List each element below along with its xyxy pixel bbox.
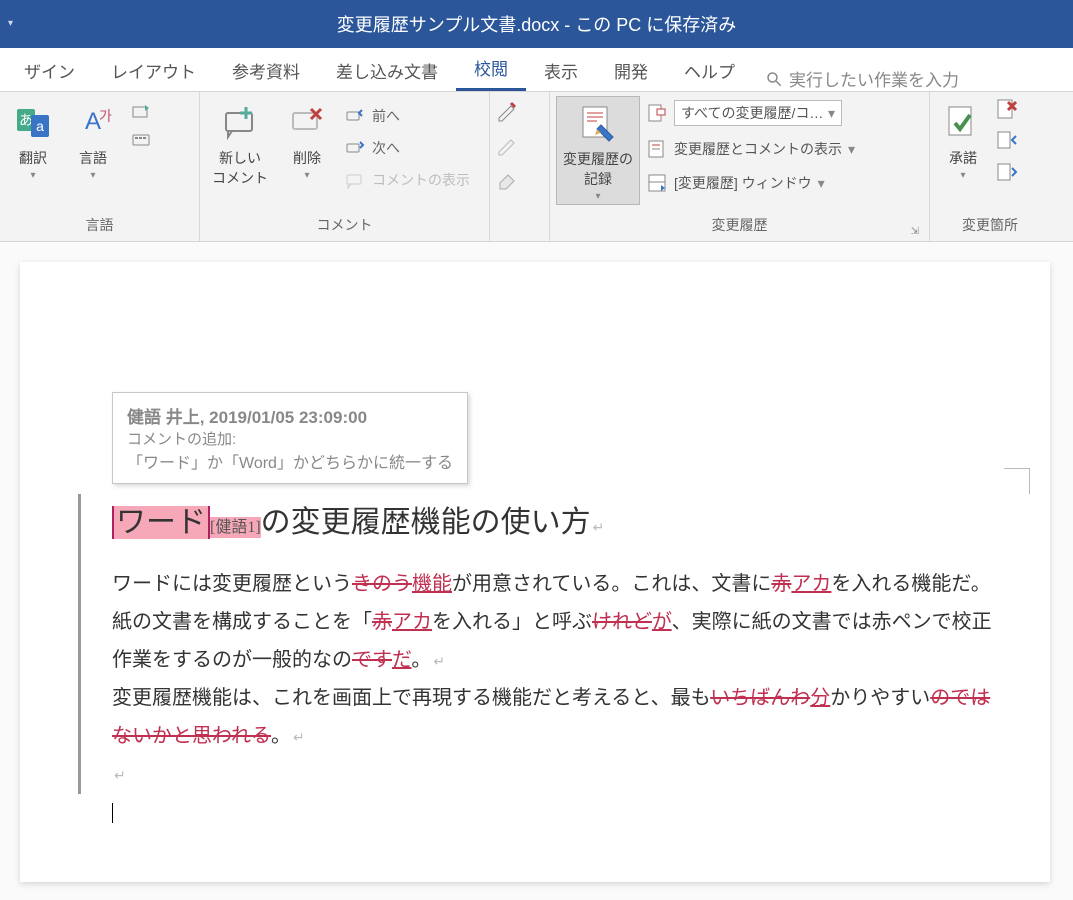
comment-highlight[interactable]: ワード	[112, 506, 210, 539]
delete-comment-icon	[286, 102, 328, 144]
show-comments-icon	[344, 169, 366, 191]
ink-eraser-icon[interactable]	[496, 168, 518, 190]
inserted-text: 機能	[412, 573, 452, 595]
inserted-text: アカ	[791, 573, 831, 595]
deleted-text: 赤	[372, 611, 392, 633]
inserted-text: だ	[392, 649, 411, 671]
display-for-review-icon	[646, 102, 668, 124]
tab-mailings[interactable]: 差し込み文書	[318, 48, 456, 91]
show-comments-button: コメントの表示	[340, 166, 474, 194]
language-icon: A가	[72, 102, 114, 144]
ribbon-tabs: ザイン レイアウト 参考資料 差し込み文書 校閲 表示 開発 ヘルプ 実行したい…	[0, 48, 1073, 92]
reject-icon[interactable]	[996, 98, 1018, 120]
tab-developer[interactable]: 開発	[596, 48, 666, 91]
display-for-review-select[interactable]: すべての変更履歴/コ…▾	[646, 98, 855, 128]
tab-review[interactable]: 校閲	[456, 45, 526, 91]
search-icon	[765, 70, 783, 88]
tell-me-search[interactable]: 実行したい作業を入力	[765, 66, 959, 91]
delete-comment-button[interactable]: 削除 ▾	[280, 96, 334, 183]
change-indicator-bar[interactable]	[78, 494, 81, 794]
next-change-icon[interactable]	[996, 162, 1018, 184]
tooltip-label: コメントの追加:	[127, 428, 453, 449]
comment-tooltip: 健語 井上, 2019/01/05 23:09:00 コメントの追加: 「ワード…	[112, 392, 468, 484]
svg-text:가: 가	[99, 108, 112, 124]
group-tracking-label: 変更履歴 ⇲	[556, 211, 923, 241]
group-tracking: 変更履歴の 記録 ▾ すべての変更履歴/コ…▾ 変更履歴とコメントの表示 ▾ […	[550, 92, 930, 241]
next-comment-icon	[344, 137, 366, 159]
ime-icon[interactable]	[130, 128, 152, 150]
reviewing-pane-icon	[646, 172, 668, 194]
previous-comment-icon	[344, 105, 366, 127]
group-language-label: 言語	[6, 211, 193, 241]
paragraph-1[interactable]: ワードには変更履歴というきのう機能が用意されている。これは、文書に赤アカを入れる…	[112, 565, 1010, 679]
reviewing-pane-button[interactable]: [変更履歴] ウィンドウ ▾	[646, 170, 855, 196]
tab-design[interactable]: ザイン	[6, 48, 93, 91]
document-area[interactable]: 健語 井上, 2019/01/05 23:09:00 コメントの追加: 「ワード…	[0, 242, 1073, 900]
document-page[interactable]: 健語 井上, 2019/01/05 23:09:00 コメントの追加: 「ワード…	[20, 262, 1050, 882]
svg-text:あ: あ	[19, 112, 33, 128]
paragraph-2[interactable]: 変更履歴機能は、これを画面上で再現する機能だと考えると、最もいちばんわ分かりやす…	[112, 679, 1010, 755]
deleted-text: いちばんわ	[710, 687, 810, 709]
document-heading[interactable]: ワード[健語1]の変更履歴機能の使い方↵	[112, 494, 1010, 551]
deleted-text: きのう	[352, 573, 412, 595]
group-comment-label: コメント	[206, 211, 483, 241]
tab-layout[interactable]: レイアウト	[93, 48, 214, 91]
tab-references[interactable]: 参考資料	[214, 48, 318, 91]
tooltip-author: 健語 井上, 2019/01/05 23:09:00	[127, 403, 453, 428]
window-title: 変更履歴サンプル文書.docx - この PC に保存済み	[337, 11, 736, 37]
accept-button[interactable]: 承諾 ▾	[936, 96, 990, 183]
previous-change-icon[interactable]	[996, 130, 1018, 152]
deleted-text: 赤	[771, 573, 791, 595]
tab-help[interactable]: ヘルプ	[666, 48, 753, 91]
group-changes: 承諾 ▾ 変更箇所	[930, 92, 1050, 241]
deleted-text: です	[352, 649, 392, 671]
group-comment: 新しい コメント 削除 ▾ 前へ 次へ	[200, 92, 490, 241]
titlebar: ▾ 変更履歴サンプル文書.docx - この PC に保存済み	[0, 0, 1073, 48]
track-changes-icon	[577, 103, 619, 145]
tracking-dialog-launcher[interactable]: ⇲	[911, 226, 919, 237]
inserted-text: アカ	[392, 611, 432, 633]
inserted-text: 分	[810, 687, 830, 709]
svg-text:a: a	[36, 118, 44, 134]
tab-view[interactable]: 表示	[526, 48, 596, 91]
accept-icon	[942, 102, 984, 144]
show-markup-icon	[646, 138, 668, 160]
group-changes-label: 変更箇所	[936, 211, 1044, 241]
translate-icon: あa	[12, 102, 54, 144]
next-comment-button[interactable]: 次へ	[340, 134, 474, 162]
group-language: あa 翻訳 ▾ A가 言語 ▾ 言語	[0, 92, 200, 241]
show-markup-button[interactable]: 変更履歴とコメントの表示 ▾	[646, 136, 855, 162]
quick-access-dropdown[interactable]: ▾	[8, 18, 13, 29]
document-content[interactable]: ワード[健語1]の変更履歴機能の使い方↵ ワードには変更履歴というきのう機能が用…	[112, 494, 1010, 831]
ink-pen-icon[interactable]	[496, 100, 518, 122]
comment-reference[interactable]: [健語1]	[210, 517, 261, 538]
deleted-text: けれど	[592, 611, 652, 633]
inserted-text: が	[652, 611, 672, 633]
new-comment-button[interactable]: 新しい コメント	[206, 96, 274, 190]
language-button[interactable]: A가 言語 ▾	[66, 96, 120, 183]
cursor-line[interactable]	[112, 793, 1010, 831]
text-cursor	[112, 803, 113, 823]
ribbon: あa 翻訳 ▾ A가 言語 ▾ 言語	[0, 92, 1073, 242]
group-ink	[490, 92, 550, 241]
new-comment-icon	[219, 102, 261, 144]
update-ime-icon[interactable]	[130, 102, 152, 124]
track-changes-button[interactable]: 変更履歴の 記録 ▾	[556, 96, 640, 205]
translate-button[interactable]: あa 翻訳 ▾	[6, 96, 60, 183]
empty-paragraph[interactable]: ↵	[112, 755, 1010, 793]
ink-pencil-icon[interactable]	[496, 134, 518, 156]
previous-comment-button[interactable]: 前へ	[340, 102, 474, 130]
page-corner-marker	[1004, 468, 1030, 494]
tooltip-body: 「ワード」か「Word」かどちらかに統一する	[127, 449, 453, 473]
